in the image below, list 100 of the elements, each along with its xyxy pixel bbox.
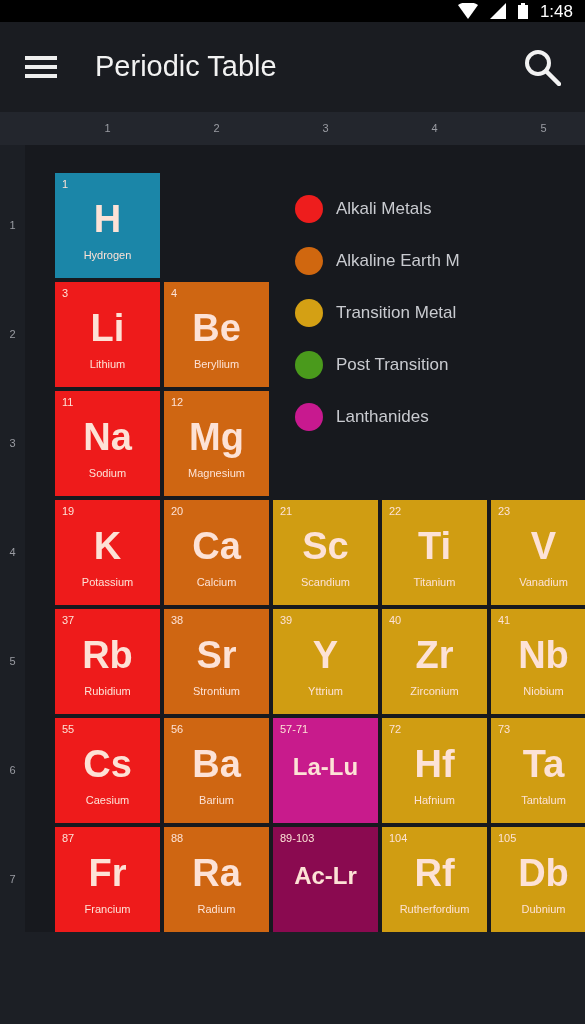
column-number: 3 <box>321 121 330 137</box>
element-tile[interactable]: 20 Ca Calcium <box>164 500 269 605</box>
element-tile[interactable]: 11 Na Sodium <box>55 391 160 496</box>
element-tile[interactable]: 72 Hf Hafnium <box>382 718 487 823</box>
column-number: 4 <box>430 121 439 137</box>
menu-icon[interactable] <box>25 55 57 79</box>
element-tile[interactable]: 1 H Hydrogen <box>55 173 160 278</box>
atomic-number: 39 <box>280 615 293 626</box>
element-name: Caesium <box>85 795 130 806</box>
element-symbol: Ra <box>192 854 241 892</box>
atomic-number: 38 <box>171 615 184 626</box>
legend-label: Post Transition <box>336 354 449 377</box>
battery-icon <box>517 3 528 19</box>
element-symbol: H <box>93 200 122 238</box>
atomic-number: 40 <box>389 615 402 626</box>
element-tile[interactable]: 55 Cs Caesium <box>55 718 160 823</box>
element-tile[interactable]: 87 Fr Francium <box>55 827 160 932</box>
element-name: Hafnium <box>414 795 455 806</box>
row-number: 6 <box>9 763 16 779</box>
element-name: Scandium <box>301 577 350 588</box>
element-tile[interactable]: 41 Nb Niobium <box>491 609 585 714</box>
element-symbol: K <box>93 527 122 565</box>
element-symbol: Nb <box>518 636 569 674</box>
element-tile[interactable]: 3 Li Lithium <box>55 282 160 387</box>
element-tile[interactable]: 39 Y Yttrium <box>273 609 378 714</box>
atomic-number: 3 <box>62 288 69 299</box>
element-name: Rutherfordium <box>399 904 470 915</box>
atomic-number: 41 <box>498 615 511 626</box>
element-name: Beryllium <box>193 359 240 370</box>
row-number: 4 <box>9 545 16 561</box>
element-tile[interactable]: 89-103 Ac-Lr <box>273 827 378 932</box>
element-symbol: Hf <box>414 745 455 783</box>
atomic-number: 1 <box>62 179 69 190</box>
element-symbol: Ac-Lr <box>294 864 357 888</box>
element-name: Radium <box>197 904 236 915</box>
atomic-number: 19 <box>62 506 75 517</box>
atomic-number: 88 <box>171 833 184 844</box>
element-symbol: Be <box>192 309 241 347</box>
element-tile[interactable]: 22 Ti Titanium <box>382 500 487 605</box>
row-number: 5 <box>9 654 16 670</box>
signal-icon <box>489 3 506 19</box>
element-symbol: Ti <box>417 527 452 565</box>
element-symbol: Ca <box>192 527 241 565</box>
element-tile[interactable]: 73 Ta Tantalum <box>491 718 585 823</box>
atomic-number: 12 <box>171 397 184 408</box>
atomic-number: 104 <box>389 833 408 844</box>
column-number: 5 <box>539 121 548 137</box>
element-symbol: Mg <box>189 418 244 456</box>
column-number: 2 <box>212 121 221 137</box>
search-icon[interactable] <box>523 48 561 86</box>
element-symbol: Ba <box>192 745 241 783</box>
element-tile[interactable]: 56 Ba Barium <box>164 718 269 823</box>
element-tile[interactable]: 40 Zr Zirconium <box>382 609 487 714</box>
element-symbol: Zr <box>415 636 454 674</box>
atomic-number: 37 <box>62 615 75 626</box>
element-tile[interactable]: 104 Rf Rutherfordium <box>382 827 487 932</box>
element-symbol: Na <box>83 418 132 456</box>
element-tile[interactable]: 19 K Potassium <box>55 500 160 605</box>
legend-label: Alkali Metals <box>336 198 432 221</box>
element-name: Sodium <box>88 468 127 479</box>
element-tile[interactable]: 57-71 La-Lu <box>273 718 378 823</box>
atomic-number: 105 <box>498 833 517 844</box>
atomic-number: 56 <box>171 724 184 735</box>
legend-label: Lanthanides <box>336 406 429 429</box>
element-symbol: V <box>530 527 557 565</box>
element-name: Zirconium <box>410 686 459 697</box>
element-name: Tantalum <box>521 795 566 806</box>
element-tile[interactable]: 37 Rb Rubidium <box>55 609 160 714</box>
element-tile[interactable]: 21 Sc Scandium <box>273 500 378 605</box>
element-tile[interactable]: 105 Db Dubnium <box>491 827 585 932</box>
row-number: 1 <box>9 218 16 234</box>
element-name: Strontium <box>192 686 241 697</box>
row-number: 7 <box>9 872 16 888</box>
legend-label: Alkaline Earth M <box>336 250 460 273</box>
atomic-number: 23 <box>498 506 511 517</box>
element-tile[interactable]: 38 Sr Strontium <box>164 609 269 714</box>
atomic-number: 21 <box>280 506 293 517</box>
element-symbol: Y <box>312 636 339 674</box>
app-title: Periodic Table <box>95 49 277 85</box>
element-name: Rubidium <box>84 686 131 697</box>
element-symbol: La-Lu <box>292 755 359 779</box>
element-name: Barium <box>199 795 234 806</box>
element-symbol: Rb <box>82 636 133 674</box>
atomic-number: 57-71 <box>280 724 309 735</box>
element-tile[interactable]: 23 V Vanadium <box>491 500 585 605</box>
row-number: 3 <box>9 436 16 452</box>
element-tile[interactable]: 12 Mg Magnesium <box>164 391 269 496</box>
element-tile[interactable]: 88 Ra Radium <box>164 827 269 932</box>
element-name: Lithium <box>89 359 126 370</box>
element-symbol: Sr <box>196 636 237 674</box>
element-name: Dubnium <box>521 904 566 915</box>
element-name: Vanadium <box>519 577 568 588</box>
row-number: 2 <box>9 327 16 343</box>
element-name: Hydrogen <box>83 250 132 261</box>
element-tile[interactable]: 4 Be Beryllium <box>164 282 269 387</box>
atomic-number: 22 <box>389 506 402 517</box>
status-time: 1:48 <box>539 2 573 20</box>
element-name: Francium <box>84 904 131 915</box>
element-symbol: Db <box>518 854 569 892</box>
element-symbol: Ta <box>522 745 565 783</box>
